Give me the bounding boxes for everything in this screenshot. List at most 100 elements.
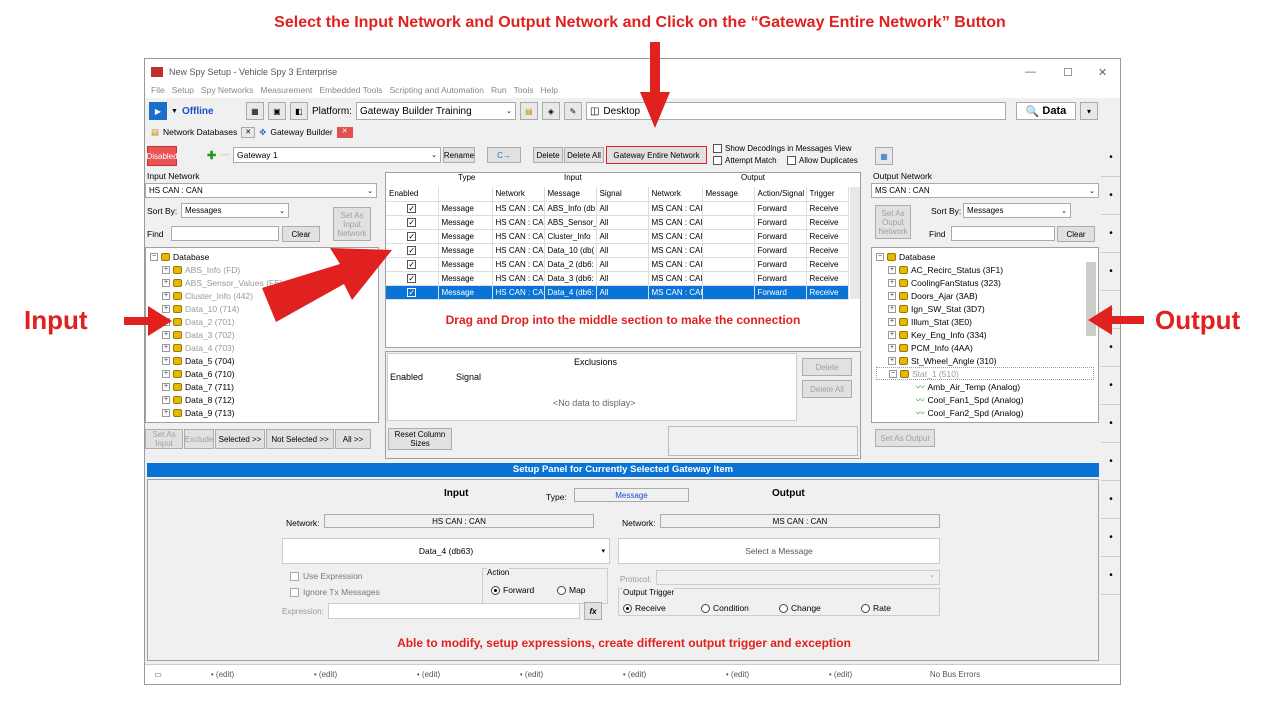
allow-duplicates-checkbox[interactable]: Allow Duplicates (787, 156, 858, 165)
status-edit-item[interactable]: • (edit) (171, 670, 274, 679)
menu-tools[interactable]: Tools (514, 85, 534, 98)
tree-root[interactable]: − Database (876, 250, 1094, 263)
expand-icon[interactable]: + (888, 343, 896, 352)
show-decodings-checkbox[interactable]: Show Decodings in Messages View (713, 144, 852, 153)
col-type[interactable] (438, 187, 493, 202)
col-input-network[interactable]: Network (492, 187, 545, 202)
status-edit-item[interactable]: • (edit) (789, 670, 892, 679)
output-tree-item[interactable]: + PCM_Info (4AA) (876, 341, 1094, 354)
side-strip-item[interactable]: • (1101, 443, 1120, 481)
gateway-entire-network-button[interactable]: Gateway Entire Network (606, 146, 707, 164)
menu-measurement[interactable]: Measurement (260, 85, 312, 98)
col-enabled[interactable]: Enabled (386, 187, 439, 202)
expand-icon[interactable]: + (162, 369, 170, 378)
platform-select[interactable]: Gateway Builder Training ⌄ (355, 102, 516, 120)
side-strip-item[interactable]: • (1101, 519, 1120, 557)
network-icon[interactable]: ◈ (541, 102, 560, 120)
side-strip-item[interactable]: • (1101, 139, 1120, 177)
undo-button[interactable]: C→ (487, 147, 521, 163)
input-sort-select[interactable]: Messages ⌄ (181, 203, 289, 218)
expand-icon[interactable]: + (888, 304, 896, 313)
output-tree-item[interactable]: + St_Wheel_Angle (310) (876, 354, 1094, 367)
output-tree-item[interactable]: + Key_Eng_Info (334) (876, 328, 1094, 341)
set-as-output-button[interactable]: Set As Output (875, 429, 935, 447)
grid-scrollbar[interactable] (850, 187, 860, 299)
input-tree-item[interactable]: + Data_8 (712) (150, 393, 374, 406)
add-icon[interactable]: ✚ (207, 149, 216, 162)
table-row[interactable]: ✓ Message HS CAN : CAI ABS_Sensor_ All MS CAN… (386, 215, 849, 230)
col-input-message[interactable]: Message (544, 187, 597, 202)
data-button[interactable]: 🔍 Data (1015, 102, 1076, 120)
side-strip-item[interactable]: • (1101, 177, 1120, 215)
checkbox-checked-icon[interactable]: ✓ (407, 217, 417, 227)
input-tree-item[interactable]: + Data_9 (713) (150, 406, 374, 419)
database-icon[interactable]: ▤ (519, 102, 538, 120)
table-row[interactable]: ✓ Message HS CAN : CAI Data_2 (db6: All MS CA… (386, 257, 849, 272)
menu-embedded-tools[interactable]: Embedded Tools (319, 85, 382, 98)
not-selected-button[interactable]: Not Selected >> (266, 429, 334, 449)
output-tree-item[interactable]: + CoolingFanStatus (323) (876, 276, 1094, 289)
expand-icon[interactable]: + (162, 408, 170, 417)
expand-icon[interactable]: + (162, 304, 170, 313)
status-edit-item[interactable]: • (edit) (377, 670, 480, 679)
expand-icon[interactable]: + (888, 356, 896, 365)
col-action-signal[interactable]: Action/Signal (754, 187, 807, 202)
set-as-input-button[interactable]: Set As Input (145, 429, 183, 449)
input-tree-item[interactable]: + Data_4 (703) (150, 341, 374, 354)
side-strip-item[interactable]: • (1101, 253, 1120, 291)
expand-icon[interactable]: + (888, 278, 896, 287)
remove-icon[interactable]: — (221, 149, 230, 159)
expression-field[interactable] (328, 603, 580, 619)
table-row[interactable]: ✓ Message HS CAN : CAI Cluster_Info All MS CA… (386, 229, 849, 244)
rate-radio[interactable]: Rate (861, 603, 891, 613)
reset-column-sizes-button[interactable]: Reset Column Sizes (388, 428, 452, 450)
output-tree-item[interactable]: + Doors_Ajar (3AB) (876, 289, 1094, 302)
input-tree-item[interactable]: + Data_5 (704) (150, 354, 374, 367)
expand-icon[interactable]: + (162, 395, 170, 404)
forward-radio[interactable]: Forward (491, 585, 534, 595)
side-strip-item[interactable]: • (1101, 329, 1120, 367)
collapse-icon[interactable]: − (150, 252, 158, 261)
output-signal-item[interactable]: 〰 Amb_Air_Temp (Analog) (876, 380, 1094, 393)
output-sort-select[interactable]: Messages ⌄ (963, 203, 1071, 218)
menu-run[interactable]: Run (491, 85, 507, 98)
menu-setup[interactable]: Setup (172, 85, 194, 98)
delete-button[interactable]: Delete (533, 147, 563, 163)
set-as-input-network-button[interactable]: Set As Input Network (333, 207, 371, 241)
expand-icon[interactable]: + (162, 330, 170, 339)
table-row[interactable]: ✓ Message HS CAN : CAI Data_10 (db(All MS CA… (386, 243, 849, 258)
all-button[interactable]: All >> (335, 429, 371, 449)
input-clear-button[interactable]: Clear (282, 226, 320, 242)
exclusion-delete-all-button[interactable]: Delete All (802, 380, 852, 398)
use-expression-checkbox[interactable]: Use Expression (290, 571, 363, 581)
save-icon[interactable]: ▣ (267, 102, 286, 120)
input-tree-item[interactable]: + Data_10 (714) (150, 302, 374, 315)
menu-spy-networks[interactable]: Spy Networks (201, 85, 253, 98)
setup-input-message-select[interactable]: Data_4 (db63) ▾ (282, 538, 610, 564)
map-radio[interactable]: Map (557, 585, 586, 595)
output-tree-scrollbar[interactable] (1086, 262, 1096, 336)
expand-icon[interactable]: + (162, 356, 170, 365)
side-strip-item[interactable]: • (1101, 291, 1120, 329)
expand-icon[interactable]: + (162, 291, 170, 300)
data-dropdown-icon[interactable]: ▾ (1079, 102, 1098, 120)
menu-scripting[interactable]: Scripting and Automation (390, 85, 485, 98)
fx-button[interactable]: fx (584, 602, 602, 620)
menu-file[interactable]: File (151, 85, 165, 98)
status-edit-item[interactable]: • (edit) (480, 670, 583, 679)
enabled-cell[interactable]: ✓ (386, 271, 439, 286)
exclusions-col-signal[interactable]: Signal (456, 372, 481, 382)
expand-icon[interactable]: + (162, 278, 170, 287)
collapse-icon[interactable]: − (876, 252, 884, 261)
exclude-button[interactable]: Exclude (184, 429, 214, 449)
output-signal-item[interactable]: 〰 Cool_Fan1_Spd (Analog) (876, 393, 1094, 406)
col-output-network[interactable]: Network (648, 187, 703, 202)
col-input-signal[interactable]: Signal (596, 187, 649, 202)
input-tree-item[interactable]: + ABS_Sensor_Values (FE) (150, 276, 374, 289)
output-network-select[interactable]: MS CAN : CAN ⌄ (871, 183, 1099, 198)
setup-output-message-select[interactable]: Select a Message (618, 538, 940, 564)
side-strip-item[interactable]: • (1101, 215, 1120, 253)
input-tree-item[interactable]: + ABS_Info (FD) (150, 263, 374, 276)
input-tree-item[interactable]: + Data_7 (711) (150, 380, 374, 393)
receive-radio[interactable]: Receive (623, 603, 666, 613)
